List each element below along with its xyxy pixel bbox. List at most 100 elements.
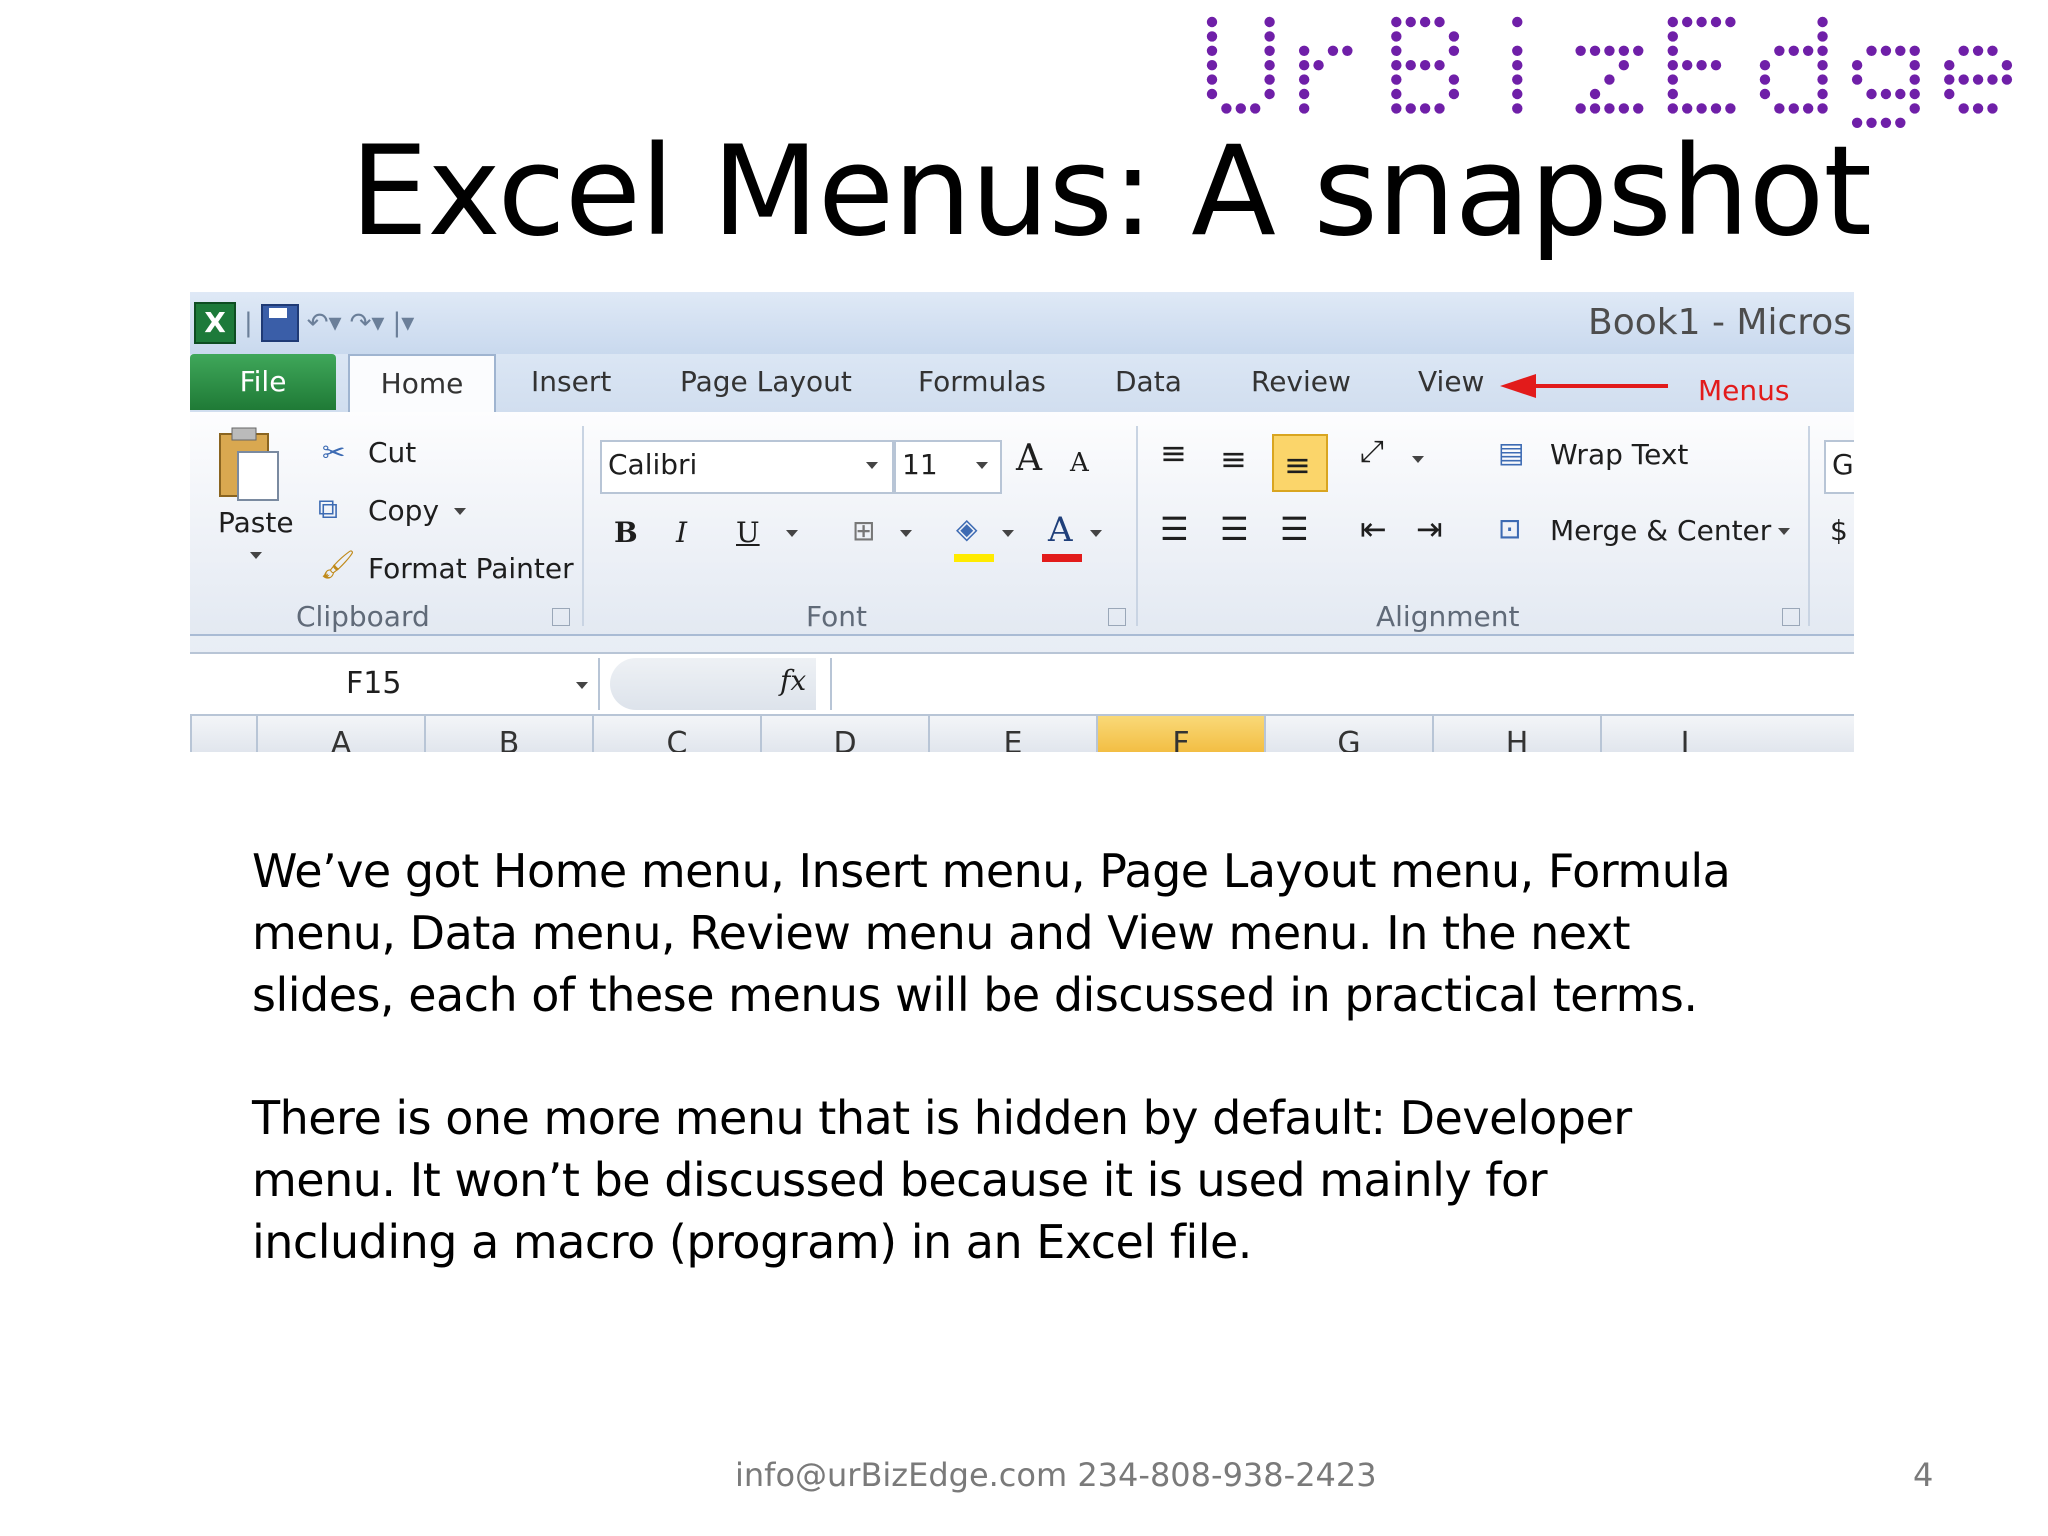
logo-dot [1667,60,1678,71]
copy-button[interactable]: Copy [368,494,439,527]
logo-dot [1958,103,1969,114]
logo-dot [1774,45,1785,56]
font-color-dropdown-icon[interactable] [1090,530,1102,537]
font-name-dropdown-icon[interactable] [866,462,878,469]
clipboard-launcher-icon[interactable] [552,608,570,626]
column-header-f[interactable]: F [1096,716,1264,752]
shrink-font-button[interactable]: A [1070,448,1089,478]
fill-color-icon[interactable]: ◈ [956,512,978,545]
fill-color-dropdown-icon[interactable] [1002,530,1014,537]
logo-dot [1512,45,1523,56]
font-name-select[interactable]: Calibri [600,440,894,494]
logo-dot [1880,45,1892,56]
logo-dot [1759,88,1771,100]
tab-review[interactable]: Review [1251,354,1351,410]
column-header-d[interactable]: D [760,716,928,752]
align-right-icon[interactable]: ☰ [1280,510,1309,548]
tab-view[interactable]: View [1418,354,1484,410]
tab-insert[interactable]: Insert [531,354,611,410]
undo-icon[interactable]: ↶▾ [307,308,342,338]
logo-dot [1682,16,1693,28]
font-color-button[interactable]: A [1048,510,1073,550]
merge-center-dropdown-icon[interactable] [1778,528,1790,535]
name-box-dropdown-icon[interactable] [576,682,588,689]
orientation-dropdown-icon[interactable] [1412,456,1424,463]
cut-button[interactable]: Cut [368,436,416,469]
paragraph-developer-menu: There is one more menu that is hidden by… [252,1087,1872,1273]
tab-data[interactable]: Data [1115,354,1182,410]
logo-dot [1866,45,1877,56]
currency-button[interactable]: $ [1830,514,1848,547]
underline-dropdown-icon[interactable] [786,530,798,537]
column-header-b[interactable]: B [424,716,592,752]
paste-icon[interactable] [216,426,282,502]
logo-dot [1667,88,1678,100]
logo-dot [1342,45,1353,56]
logo-dot [1618,103,1630,114]
bold-button[interactable]: B [614,516,638,549]
grow-font-button[interactable]: A [1016,438,1042,479]
logo-dot [1817,16,1828,28]
column-header-e[interactable]: E [928,716,1096,752]
paste-dropdown-icon[interactable] [250,552,262,559]
customize-qat-icon[interactable]: |▾ [392,308,414,338]
logo-dot [1909,103,1920,114]
align-middle-icon[interactable]: ≡ [1220,440,1247,478]
align-center-icon[interactable]: ☰ [1220,510,1249,548]
excel-app-icon[interactable]: X [194,302,236,344]
italic-button[interactable]: I [676,516,687,549]
column-header-a[interactable]: A [256,716,424,752]
copy-dropdown-icon[interactable] [454,508,466,515]
logo-dot [1604,45,1615,56]
cut-icon[interactable]: ✂ [322,436,345,469]
alignment-launcher-icon[interactable] [1782,608,1800,626]
logo-dot [1725,16,1736,28]
column-header-i[interactable]: I [1600,716,1768,752]
formula-input[interactable] [830,658,1854,710]
underline-button[interactable]: U [736,516,760,549]
logo-dot [1391,16,1402,28]
tab-formulas[interactable]: Formulas [918,354,1046,410]
logo-dot [1589,45,1601,56]
align-bottom-button[interactable]: ≡ [1272,434,1328,492]
format-painter-icon[interactable]: 🖌 [320,548,356,581]
paste-button[interactable]: Paste [218,506,294,539]
logo-dot [1206,16,1218,28]
insert-function-button[interactable]: fx [780,664,806,697]
tab-page-layout[interactable]: Page Layout [680,354,852,410]
decrease-indent-icon[interactable]: ⇤ [1360,510,1387,548]
logo-dot [1221,103,1232,114]
borders-icon[interactable]: ⊞ [852,514,875,547]
merge-center-icon[interactable]: ⊡ [1498,512,1521,545]
column-header-h[interactable]: H [1432,716,1600,752]
wrap-text-button[interactable]: Wrap Text [1550,438,1688,471]
tab-home[interactable]: Home [348,354,496,414]
name-box-value: F15 [346,666,402,701]
redo-icon[interactable]: ↷▾ [350,308,385,338]
number-format-select[interactable]: G [1824,440,1854,494]
align-left-icon[interactable]: ☰ [1160,510,1189,548]
orientation-icon[interactable]: ⤢ [1360,434,1384,469]
merge-center-button[interactable]: Merge & Center [1550,514,1771,547]
column-header-c[interactable]: C [592,716,760,752]
logo-dot [1434,103,1445,114]
borders-dropdown-icon[interactable] [900,530,912,537]
logo-dot [1759,74,1771,85]
font-launcher-icon[interactable] [1108,608,1126,626]
save-icon[interactable] [260,304,299,342]
name-box[interactable]: F15 [190,658,600,710]
format-painter-button[interactable]: Format Painter [368,552,574,585]
copy-icon[interactable]: ⧉ [318,492,338,526]
logo-dot [1512,88,1523,100]
increase-indent-icon[interactable]: ⇥ [1416,510,1443,548]
logo-dot [1391,74,1402,85]
wrap-text-icon[interactable]: ▤ [1498,436,1524,469]
column-header-g[interactable]: G [1264,716,1432,752]
font-size-dropdown-icon[interactable] [976,462,988,469]
align-top-icon[interactable]: ≡ [1160,434,1187,472]
logo-dot [1944,74,1955,85]
select-all-corner[interactable] [190,716,258,752]
tab-file[interactable]: File [190,354,336,410]
logo-dot [1419,103,1431,114]
logo-dot [1696,16,1707,28]
